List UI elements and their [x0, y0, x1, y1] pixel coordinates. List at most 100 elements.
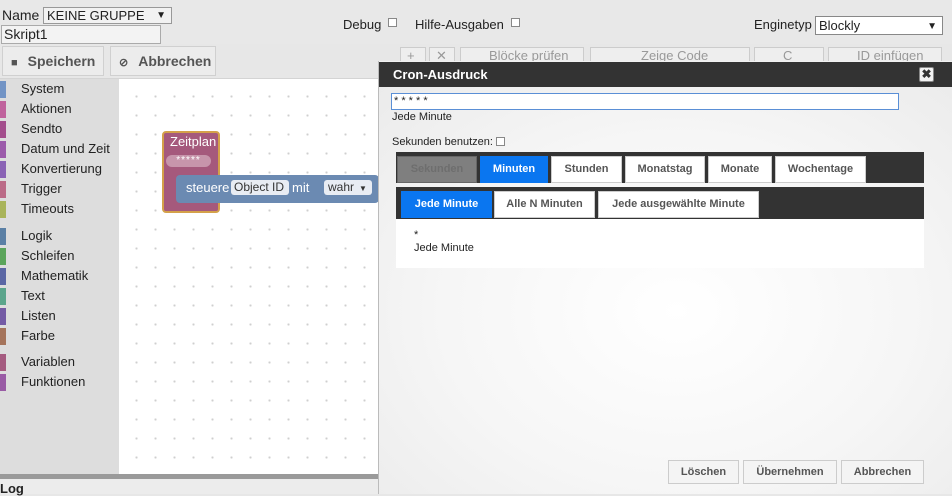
category-swatch — [0, 354, 6, 371]
category-swatch — [0, 81, 6, 98]
sidebar-item-label: Trigger — [21, 181, 62, 196]
sidebar-item-label: Timeouts — [21, 201, 74, 216]
engine-select-value: Blockly — [819, 18, 861, 33]
check-blocks-button[interactable]: Blöcke prüfen — [460, 47, 584, 61]
sidebar-item-label: Mathematik — [21, 268, 89, 283]
seconds-checkbox[interactable] — [496, 137, 505, 146]
sidebar-item-label: Aktionen — [21, 101, 72, 116]
group-select[interactable]: KEINE GRUPPE ▼ — [43, 7, 172, 24]
tab-sekunden[interactable]: Sekunden — [397, 156, 477, 183]
object-id-field[interactable]: Object ID — [231, 180, 289, 195]
close-icon[interactable]: ✖ — [919, 67, 934, 82]
toolbar-add-button[interactable]: + — [400, 47, 426, 61]
sidebar-item-label: Farbe — [21, 328, 55, 343]
save-icon: ■ — [11, 57, 18, 69]
tab-wochentage[interactable]: Wochentage — [775, 156, 866, 183]
sidebar-item-text[interactable]: Text — [0, 286, 45, 306]
insert-id-button[interactable]: ID einfügen — [828, 47, 942, 61]
cron-dialog-body — [379, 87, 952, 494]
sidebar-item-label: Konvertierung — [21, 161, 102, 176]
sidebar-item-label: Sendto — [21, 121, 63, 136]
sidebar-item-trigger[interactable]: Trigger — [0, 179, 62, 199]
dialog-cancel-button[interactable]: Abbrechen — [841, 460, 924, 484]
engine-type-select[interactable]: Blockly ▼ — [815, 16, 943, 35]
sidebar-item-datum-und-zeit[interactable]: Datum und Zeit — [0, 139, 110, 159]
cron-description: Jede Minute — [392, 111, 452, 123]
category-swatch — [0, 121, 6, 138]
sidebar-item-label: Funktionen — [21, 374, 86, 389]
hilfe-ausgaben-label: Hilfe-Ausgaben — [415, 17, 504, 32]
category-swatch — [0, 248, 6, 265]
debug-checkbox[interactable] — [388, 18, 397, 27]
log-panel — [0, 479, 380, 494]
blockly-workspace[interactable] — [119, 79, 379, 474]
debug-label: Debug — [343, 17, 382, 32]
category-swatch — [0, 288, 6, 305]
sidebar-item-label: Datum und Zeit — [21, 141, 110, 156]
sidebar-item-konvertierung[interactable]: Konvertierung — [0, 159, 102, 179]
subtab-jede-ausgewaehlte-minute[interactable]: Jede ausgewählte Minute — [598, 191, 759, 218]
sidebar-item-timeouts[interactable]: Timeouts — [0, 199, 74, 219]
apply-button[interactable]: Übernehmen — [743, 460, 837, 484]
sidebar-item-label: Variablen — [21, 354, 75, 369]
chevron-down-icon: ▼ — [156, 10, 166, 21]
name-label: Name — [2, 7, 40, 23]
sidebar-item-listen[interactable]: Listen — [0, 306, 56, 326]
cancel-button[interactable]: ⊘ Abbrechen — [110, 46, 216, 76]
category-swatch — [0, 181, 6, 198]
mit-label: mit — [292, 180, 310, 195]
sidebar-item-aktionen[interactable]: Aktionen — [0, 99, 72, 119]
tab-monatstag[interactable]: Monatstag — [625, 156, 705, 183]
panel-cron-value: * — [414, 229, 419, 241]
category-swatch — [0, 201, 6, 218]
sidebar-item-logik[interactable]: Logik — [0, 226, 52, 246]
save-button[interactable]: ■ Speichern — [2, 46, 104, 76]
cron-expression-input[interactable]: * * * * * — [391, 93, 899, 110]
cancel-button-label: Abbrechen — [138, 53, 212, 69]
chevron-down-icon: ▼ — [359, 184, 367, 193]
panel-description: Jede Minute — [414, 242, 474, 254]
subtab-jede-minute[interactable]: Jede Minute — [401, 191, 492, 218]
dialog-title: Cron-Ausdruck — [379, 62, 952, 87]
tab-stunden[interactable]: Stunden — [551, 156, 622, 183]
wahr-dropdown-value: wahr — [328, 180, 355, 194]
sidebar-item-farbe[interactable]: Farbe — [0, 326, 55, 346]
zeitplan-block-label: Zeitplan — [170, 134, 217, 149]
toolbar-delete-button[interactable]: ✕ — [429, 47, 455, 61]
sidebar-item-schleifen[interactable]: Schleifen — [0, 246, 74, 266]
delete-button[interactable]: Löschen — [668, 460, 739, 484]
script-name-input[interactable]: Skript1 — [1, 25, 161, 44]
wahr-dropdown[interactable]: wahr ▼ — [324, 180, 372, 195]
category-swatch — [0, 141, 6, 158]
sidebar-item-label: Text — [21, 288, 45, 303]
category-swatch — [0, 308, 6, 325]
category-swatch — [0, 268, 6, 285]
subtab-alle-n-minuten[interactable]: Alle N Minuten — [494, 191, 595, 218]
sidebar-item-system[interactable]: System — [0, 79, 64, 99]
tab-minuten[interactable]: Minuten — [480, 156, 548, 183]
tab-monate[interactable]: Monate — [708, 156, 772, 183]
category-swatch — [0, 161, 6, 178]
category-swatch — [0, 374, 6, 391]
category-swatch — [0, 101, 6, 118]
sidebar-item-mathematik[interactable]: Mathematik — [0, 266, 88, 286]
seconds-label: Sekunden benutzen: — [392, 136, 493, 148]
hilfe-ausgaben-checkbox[interactable] — [511, 18, 520, 27]
sidebar-item-funktionen[interactable]: Funktionen — [0, 372, 85, 392]
sidebar-item-sendto[interactable]: Sendto — [0, 119, 62, 139]
chevron-down-icon: ▼ — [927, 21, 937, 32]
sidebar-item-label: System — [21, 81, 65, 96]
minute-panel — [396, 219, 924, 268]
sidebar-item-label: Schleifen — [21, 248, 75, 263]
save-button-label: Speichern — [27, 53, 96, 69]
steuere-block-label: steuere — [186, 180, 230, 195]
toolbar-c-button[interactable]: C — [754, 47, 824, 61]
category-swatch — [0, 228, 6, 245]
zeitplan-cron-field[interactable]: ***** — [166, 155, 211, 167]
blockly-toolbox: System Aktionen Sendto Datum und Zeit Ko… — [0, 79, 119, 474]
show-code-button[interactable]: Zeige Code — [590, 47, 750, 61]
cancel-icon: ⊘ — [119, 57, 129, 69]
sidebar-item-label: Logik — [21, 228, 53, 243]
sidebar-item-variablen[interactable]: Variablen — [0, 352, 75, 372]
engine-type-label: Enginetyp — [754, 17, 812, 32]
